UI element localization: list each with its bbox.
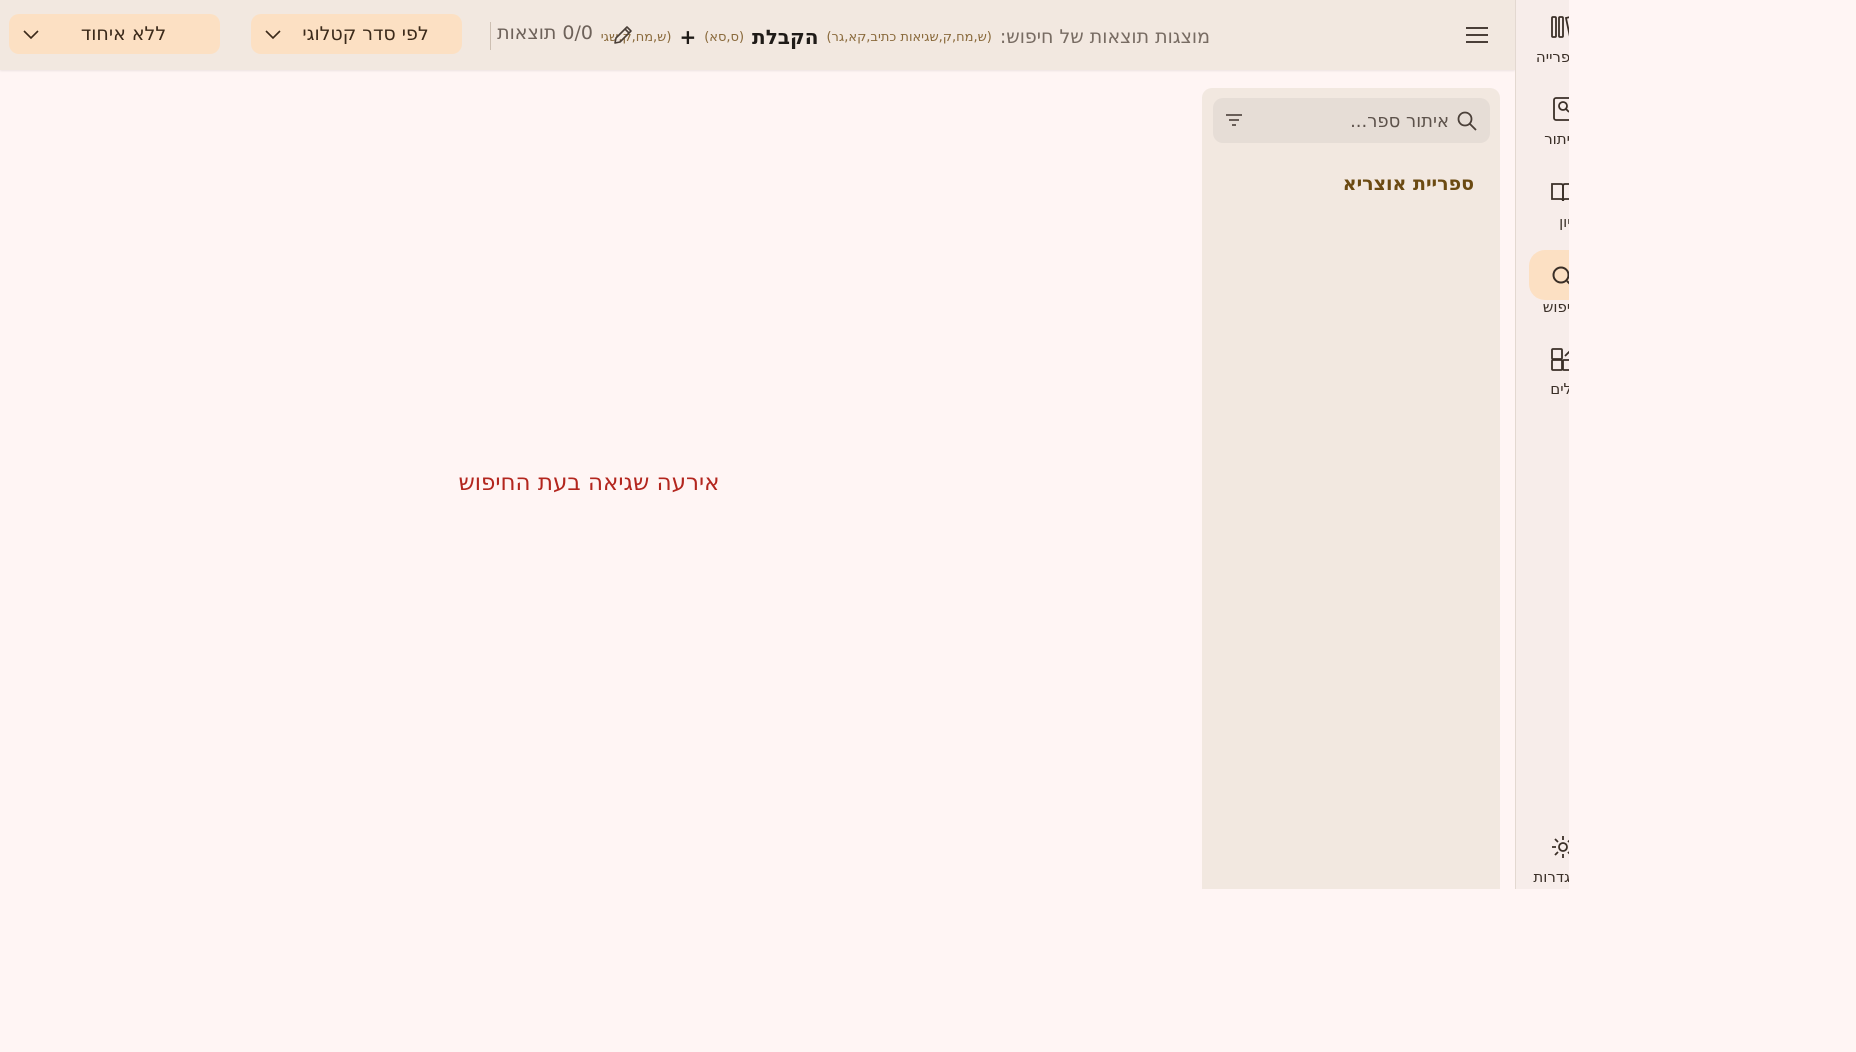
search-icon	[1457, 111, 1477, 131]
nav-rail: ספרייה איתור עיון חיפוש כלים	[1515, 0, 1569, 889]
search-summary: מוצגות תוצאות של חיפוש: (ש,מח,ק,שגיאות כ…	[600, 22, 1210, 52]
nav-label-study: עיון	[1559, 213, 1569, 231]
search-term: הקבלת	[752, 25, 819, 49]
book-search-input[interactable]	[1257, 98, 1451, 145]
nav-label-settings: הגדרות	[1533, 868, 1569, 886]
library-panel: ספריית אוצריא	[1202, 88, 1500, 889]
nav-item-search[interactable]: חיפוש	[1516, 250, 1569, 320]
nav-item-tools[interactable]: כלים	[1516, 332, 1569, 402]
book-search-box	[1213, 98, 1490, 145]
library-icon	[1551, 16, 1569, 38]
nav-item-library[interactable]: ספרייה	[1516, 0, 1569, 70]
plus-sign: +	[679, 25, 697, 49]
term2-note: (ס,סא)	[704, 29, 745, 45]
menu-icon	[1466, 27, 1488, 43]
find-book-icon	[1553, 97, 1569, 121]
error-message: אירעה שגיאה בעת החיפוש	[458, 470, 720, 496]
results-count: 0/0 תוצאות	[490, 22, 593, 50]
nav-item-study[interactable]: עיון	[1516, 165, 1569, 235]
nav-label-tools: כלים	[1550, 380, 1569, 398]
top-bar: מוצגות תוצאות של חיפוש: (ש,מח,ק,שגיאות כ…	[0, 0, 1515, 70]
group-dropdown[interactable]: ללא איחוד	[9, 14, 220, 54]
nav-label-library: ספרייה	[1535, 48, 1569, 66]
term1-note: (ש,מח,ק,שגיאות כתיב,קא,גר)	[826, 29, 992, 45]
chevron-down-icon	[265, 30, 281, 40]
edit-search-button[interactable]	[607, 19, 639, 51]
chevron-down-icon	[23, 30, 39, 40]
summary-prefix: מוצגות תוצאות של חיפוש:	[999, 26, 1210, 48]
filter-icon[interactable]	[1223, 109, 1245, 131]
tools-icon	[1551, 348, 1569, 371]
nav-label-find: איתור	[1544, 130, 1569, 148]
nav-item-settings[interactable]: הגדרות	[1516, 820, 1569, 889]
settings-icon	[1552, 836, 1569, 858]
book-open-icon	[1551, 183, 1569, 202]
nav-label-search: חיפוש	[1542, 298, 1569, 316]
edit-icon	[614, 26, 632, 44]
library-title[interactable]: ספריית אוצריא	[1343, 173, 1474, 195]
sort-dropdown[interactable]: לפי סדר קטלוגי	[251, 14, 462, 54]
nav-item-find[interactable]: איתור	[1516, 82, 1569, 152]
search-nav-icon	[1552, 266, 1569, 285]
menu-button[interactable]	[1460, 20, 1494, 50]
